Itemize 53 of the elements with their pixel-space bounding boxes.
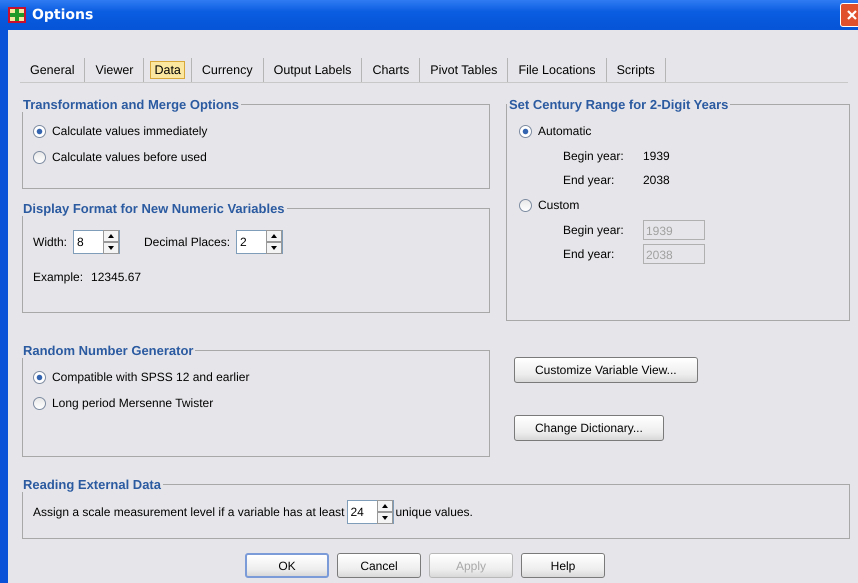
year-label: End year: xyxy=(563,173,616,187)
radio-button[interactable] xyxy=(33,370,46,384)
spinner-field[interactable]: 8 xyxy=(73,230,120,254)
example-value: 12345.67 xyxy=(91,270,142,284)
dialog-button[interactable]: Help xyxy=(521,553,605,578)
tab[interactable]: General xyxy=(26,61,78,79)
year-value: 1939 xyxy=(643,149,670,163)
field-label: Decimal Places: xyxy=(144,235,230,249)
up-down-arrows-icon xyxy=(266,230,282,254)
radio-label: Calculate values before used xyxy=(52,150,207,164)
group-title: Random Number Generator xyxy=(22,343,194,358)
close-icon xyxy=(846,9,858,21)
tab[interactable]: Viewer xyxy=(91,61,138,79)
radio-button[interactable] xyxy=(33,150,46,164)
grid-icon xyxy=(8,7,26,23)
radio-label: Long period Mersenne Twister xyxy=(52,396,214,410)
field-label: Width: xyxy=(33,235,68,249)
radio-button[interactable] xyxy=(519,198,532,212)
dialog-button[interactable]: Change Dictionary... xyxy=(514,415,664,441)
radio-button[interactable] xyxy=(33,396,46,410)
spinner-field[interactable]: 24 xyxy=(346,500,394,524)
dialog-button[interactable]: Customize Variable View... xyxy=(514,357,698,383)
tab[interactable]: Scripts xyxy=(612,61,659,79)
tab[interactable]: Charts xyxy=(368,61,414,79)
radio-label: Calculate values immediately xyxy=(52,124,208,138)
tab[interactable]: Currency xyxy=(198,61,257,79)
up-down-arrows-icon xyxy=(103,230,120,254)
radio-button[interactable] xyxy=(519,124,532,138)
dialog-button[interactable]: OK xyxy=(245,553,329,578)
tab[interactable]: Output Labels xyxy=(270,61,356,79)
window-title: Options xyxy=(32,7,94,23)
field-label: Assign a scale measurement level if a variable has at least xyxy=(33,505,344,519)
group-title: Display Format for New Numeric Variables xyxy=(22,201,286,216)
year-value: 2038 xyxy=(643,173,670,187)
group-title: Reading External Data xyxy=(22,477,162,492)
field-label: unique values. xyxy=(396,505,473,519)
radio-label: Compatible with SPSS 12 and earlier xyxy=(52,370,250,384)
tab[interactable]: Data xyxy=(150,61,185,79)
year-label: End year: xyxy=(563,247,616,261)
close-button[interactable] xyxy=(840,3,858,27)
up-down-arrows-icon xyxy=(376,500,392,524)
year-label: Begin year: xyxy=(563,223,625,237)
radio-label: Automatic xyxy=(538,124,592,138)
group-title: Transformation and Merge Options xyxy=(22,97,240,112)
radio-label: Custom xyxy=(538,198,580,212)
tab[interactable]: File Locations xyxy=(514,61,600,79)
tab[interactable]: Pivot Tables xyxy=(426,61,502,79)
radio-button[interactable] xyxy=(33,124,46,138)
dialog-button[interactable]: Cancel xyxy=(337,553,421,578)
spinner-field[interactable]: 2 xyxy=(236,230,284,254)
example-label: Example: xyxy=(33,270,84,284)
group-title: Set Century Range for 2-Digit Years xyxy=(508,97,730,112)
year-label: Begin year: xyxy=(563,149,625,163)
